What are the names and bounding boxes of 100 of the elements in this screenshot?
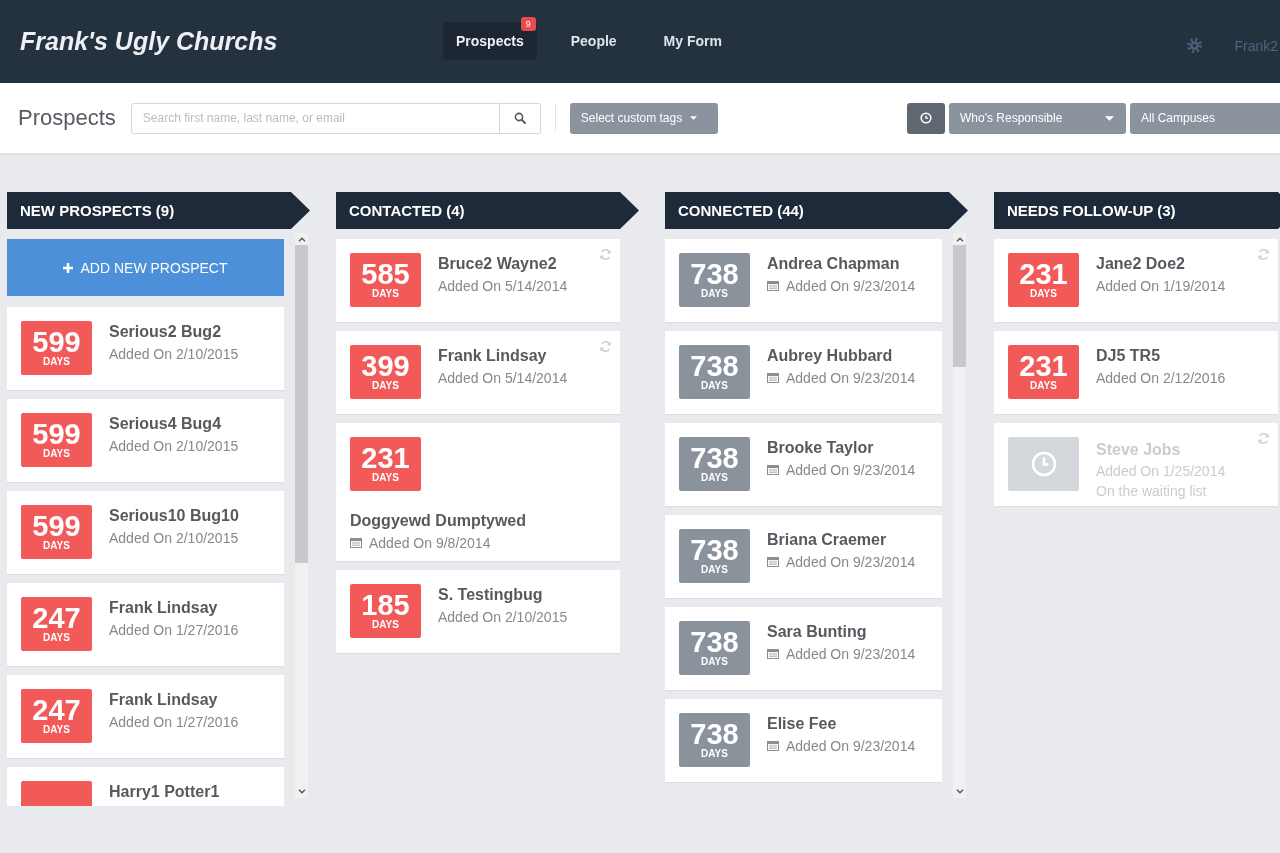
column-header: CONNECTED (44): [665, 192, 968, 229]
days-label: DAYS: [43, 724, 70, 736]
prospect-name[interactable]: DJ5 TR5: [1096, 347, 1226, 365]
prospect-name[interactable]: Jane2 Doe2: [1096, 255, 1226, 273]
days-count: 185: [361, 591, 410, 619]
prospect-card[interactable]: 599 DAYS Serious10 Bug10 Added On 2/10/2015: [7, 491, 284, 574]
nav-tab[interactable]: People: [557, 21, 630, 60]
prospect-card[interactable]: 585 DAYS Bruce2 Wayne2 Added On 5/14/2014: [336, 239, 620, 322]
added-date: Added On 2/12/2016: [1096, 369, 1226, 387]
days-count: 599: [32, 420, 81, 448]
prospect-card[interactable]: 599 DAYS Serious4 Bug4 Added On 2/10/2015: [7, 399, 284, 482]
days-count: 738: [690, 720, 739, 748]
prospect-card[interactable]: 738 DAYS Aubrey Hubbard Added On 9/23/2014: [665, 331, 942, 414]
days-label: DAYS: [701, 288, 728, 300]
prospect-name[interactable]: Elise Fee: [767, 715, 916, 733]
added-date: Added On 2/10/2015: [438, 608, 568, 626]
prospect-name[interactable]: Serious10 Bug10: [109, 507, 239, 525]
days-label: DAYS: [701, 656, 728, 668]
added-date: Added On 1/27/2016: [109, 713, 239, 731]
added-date: Added On 2/10/2015: [109, 529, 239, 547]
search-icon: [513, 112, 526, 124]
prospect-name[interactable]: S. Testingbug: [438, 586, 568, 604]
refresh-icon[interactable]: [1257, 432, 1270, 445]
prospect-name[interactable]: Harry1 Potter1: [109, 783, 220, 801]
prospect-card[interactable]: 231 DAYS DJ5 TR5 Added On 2/12/2016: [994, 331, 1278, 414]
prospect-card[interactable]: 738 DAYS Brooke Taylor Added On 9/23/2014: [665, 423, 942, 506]
prospect-card[interactable]: 738 DAYS Elise Fee Added On 9/23/2014: [665, 699, 942, 782]
days-label: DAYS: [701, 380, 728, 392]
days-label: DAYS: [372, 380, 399, 392]
prospect-card[interactable]: 599 DAYS Serious2 Bug2 Added On 2/10/2015: [7, 307, 284, 390]
prospect-card[interactable]: 738 DAYS Briana Craemer Added On 9/23/2014: [665, 515, 942, 598]
days-count: 231: [361, 444, 410, 472]
added-date: Added On 2/10/2015: [109, 345, 239, 363]
refresh-icon[interactable]: [599, 248, 612, 261]
days-count: 399: [361, 352, 410, 380]
days-count: 231: [1019, 260, 1068, 288]
prospect-card[interactable]: 247 DAYS Frank Lindsay Added On 1/27/2016: [7, 583, 284, 666]
prospect-card[interactable]: 185 DAYS S. Testingbug Added On 2/10/2015: [336, 570, 620, 653]
days-count: 231: [1019, 352, 1068, 380]
added-date: Added On 1/27/2016: [109, 621, 239, 639]
scroll-down-icon[interactable]: [955, 789, 964, 794]
days-count: 599: [32, 328, 81, 356]
prospect-name[interactable]: Briana Craemer: [767, 531, 916, 549]
settings-icon[interactable]: [1187, 38, 1203, 53]
search-button[interactable]: [499, 102, 541, 134]
scrollbar-thumb[interactable]: [953, 245, 966, 367]
plus-icon: [63, 262, 74, 273]
search-field[interactable]: Search first name, last name, or email: [130, 102, 500, 134]
prospect-card[interactable]: 247 DAYS Frank Lindsay Added On 1/27/2016: [7, 675, 284, 758]
prospect-name[interactable]: Frank Lindsay: [109, 599, 239, 617]
prospect-name[interactable]: Frank Lindsay: [438, 347, 568, 365]
days-count: 585: [361, 260, 410, 288]
scrollbar-thumb[interactable]: [295, 245, 308, 563]
prospect-card[interactable]: Harry1 Potter1: [7, 767, 284, 806]
clock-button[interactable]: [907, 102, 945, 134]
scroll-up-icon[interactable]: [955, 237, 964, 242]
refresh-icon[interactable]: [599, 340, 612, 353]
prospect-name[interactable]: Doggyewd Dumptywed: [350, 512, 606, 530]
prospect-card[interactable]: 738 DAYS Andrea Chapman Added On 9/23/2014: [665, 239, 942, 322]
days-count: 247: [32, 604, 81, 632]
clock-icon: [920, 112, 932, 124]
prospect-name[interactable]: Aubrey Hubbard: [767, 347, 916, 365]
prospect-name[interactable]: Serious2 Bug2: [109, 323, 239, 341]
days-label: DAYS: [43, 356, 70, 368]
prospect-card[interactable]: 231 DAYS Doggyewd Dumptywed Added On 9/8/2014: [336, 423, 620, 561]
added-date: Added On 9/23/2014: [786, 277, 916, 295]
prospect-name[interactable]: Sara Bunting: [767, 623, 916, 641]
scrollbar-track[interactable]: [953, 233, 966, 798]
days-count: 738: [690, 444, 739, 472]
added-date: Added On 5/14/2014: [438, 277, 568, 295]
days-label: DAYS: [1030, 380, 1057, 392]
added-date: Added On 2/10/2015: [109, 437, 239, 455]
days-count: 738: [690, 352, 739, 380]
count-badge: 9: [520, 16, 536, 31]
prospect-card[interactable]: 231 DAYS Jane2 Doe2 Added On 1/19/2014: [994, 239, 1278, 322]
prospect-name[interactable]: Serious4 Bug4: [109, 415, 239, 433]
scroll-up-icon[interactable]: [297, 237, 306, 242]
refresh-icon[interactable]: [1257, 248, 1270, 261]
caret-icon: [690, 116, 698, 120]
prospect-name[interactable]: Brooke Taylor: [767, 439, 916, 457]
prospect-name[interactable]: Frank Lindsay: [109, 691, 239, 709]
scroll-down-icon[interactable]: [297, 789, 306, 794]
days-label: DAYS: [701, 748, 728, 760]
added-date: Added On 1/19/2014: [1096, 277, 1226, 295]
prospect-card[interactable]: 399 DAYS Frank Lindsay Added On 5/14/2014: [336, 331, 620, 414]
prospect-name[interactable]: Andrea Chapman: [767, 255, 916, 273]
added-date: Added On 9/23/2014: [786, 369, 916, 387]
nav-tab[interactable]: My Form: [650, 21, 735, 60]
days-count: 738: [690, 536, 739, 564]
prospect-name[interactable]: Bruce2 Wayne2: [438, 255, 568, 273]
days-label: DAYS: [1030, 288, 1057, 300]
days-label: DAYS: [372, 472, 399, 484]
added-date: Added On 5/14/2014: [438, 369, 568, 387]
brand-title[interactable]: Frank's Ugly Churchs: [20, 27, 278, 55]
prospect-card[interactable]: 738 DAYS Sara Bunting Added On 9/23/2014: [665, 607, 942, 690]
column-header: CONTACTED (4): [336, 192, 639, 229]
days-label: DAYS: [701, 564, 728, 576]
added-date: Added On 9/23/2014: [786, 737, 916, 755]
days-label: DAYS: [372, 619, 399, 631]
scrollbar-track[interactable]: [295, 233, 308, 798]
